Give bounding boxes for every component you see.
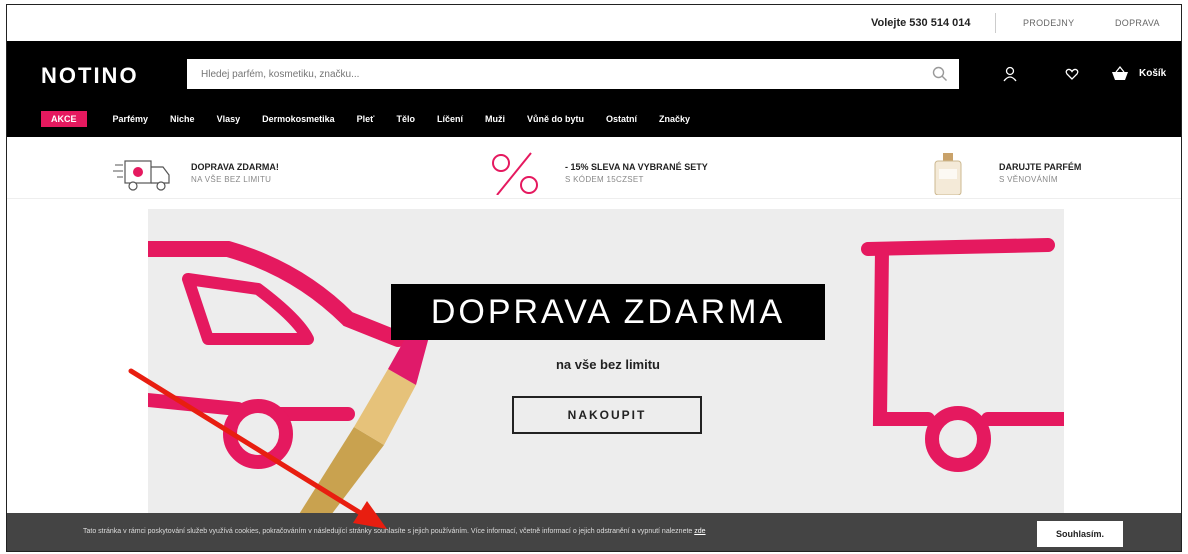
benefits-strip: DOPRAVA ZDARMA! NA VŠE BEZ LIMITU - 15% … xyxy=(7,137,1181,199)
nav-item-niche[interactable]: Niche xyxy=(170,114,195,124)
divider xyxy=(995,13,996,33)
cookie-more-link[interactable]: zde xyxy=(694,528,705,535)
nav-item-hair[interactable]: Vlasy xyxy=(217,114,241,124)
main-nav: AKCE Parfémy Niche Vlasy Dermokosmetika … xyxy=(41,110,712,128)
main-header: NOTINO Košík AKCE Parfémy Niche Vlasy De… xyxy=(7,41,1181,137)
search-icon[interactable] xyxy=(931,65,949,83)
cart-label[interactable]: Košík xyxy=(1139,68,1166,79)
search-input[interactable] xyxy=(187,59,959,89)
browser-viewport: Volejte 530 514 014 PRODEJNY DOPRAVA NOT… xyxy=(6,4,1182,552)
cookie-accept-button[interactable]: Souhlasím. xyxy=(1037,521,1123,547)
shop-now-button[interactable]: NAKOUPIT xyxy=(512,396,702,434)
phone-number: Volejte 530 514 014 xyxy=(871,17,971,29)
cookie-message: Tato stránka v rámci poskytování služeb … xyxy=(83,528,706,535)
heart-icon[interactable] xyxy=(1063,65,1081,83)
notino-logo[interactable]: NOTINO xyxy=(41,63,139,89)
cookie-text: Tato stránka v rámci poskytování služeb … xyxy=(83,528,693,535)
nav-item-sale[interactable]: AKCE xyxy=(41,111,87,127)
benefit-set-discount[interactable]: - 15% SLEVA NA VYBRANÉ SETY S KÓDEM 15CZ… xyxy=(485,151,708,195)
hero-banner[interactable]: DOPRAVA ZDARMA na vše bez limitu NAKOUPI… xyxy=(148,209,1064,519)
hero-subtitle: na vše bez limitu xyxy=(555,357,661,372)
benefit-title: DOPRAVA ZDARMA! xyxy=(191,162,279,172)
benefit-title: DARUJTE PARFÉM xyxy=(999,162,1082,172)
benefit-free-shipping[interactable]: DOPRAVA ZDARMA! NA VŠE BEZ LIMITU xyxy=(111,151,279,195)
utility-bar: Volejte 530 514 014 PRODEJNY DOPRAVA xyxy=(7,5,1181,41)
cart-basket-icon[interactable] xyxy=(1109,65,1131,83)
benefit-subtitle: NA VŠE BEZ LIMITU xyxy=(191,175,272,184)
user-icon[interactable] xyxy=(1001,65,1019,83)
nav-item-other[interactable]: Ostatní xyxy=(606,114,637,124)
nav-item-makeup[interactable]: Líčení xyxy=(437,114,463,124)
nav-item-dermocosmetics[interactable]: Dermokosmetika xyxy=(262,114,335,124)
nav-item-brands[interactable]: Značky xyxy=(659,114,690,124)
hero-title: DOPRAVA ZDARMA xyxy=(391,284,825,340)
nav-item-skin[interactable]: Pleť xyxy=(357,114,375,124)
perfume-bottle-icon xyxy=(934,153,962,195)
delivery-van-icon xyxy=(113,160,170,191)
benefit-subtitle: S KÓDEM 15CZSET xyxy=(565,175,644,184)
benefit-subtitle: S VĚNOVÁNÍM xyxy=(999,175,1058,184)
nav-item-body[interactable]: Tělo xyxy=(396,114,415,124)
shipping-link[interactable]: DOPRAVA xyxy=(1115,18,1160,28)
benefit-title: - 15% SLEVA NA VYBRANÉ SETY xyxy=(565,162,708,172)
nav-item-men[interactable]: Muži xyxy=(485,114,505,124)
benefit-gift-perfume[interactable]: DARUJTE PARFÉM S VĚNOVÁNÍM xyxy=(919,151,1081,195)
nav-item-home-fragrance[interactable]: Vůně do bytu xyxy=(527,114,584,124)
cookie-consent-bar: Tato stránka v rámci poskytování služeb … xyxy=(7,513,1181,551)
percent-icon xyxy=(492,152,538,195)
stores-link[interactable]: PRODEJNY xyxy=(1023,18,1074,28)
nav-item-perfumes[interactable]: Parfémy xyxy=(113,114,149,124)
